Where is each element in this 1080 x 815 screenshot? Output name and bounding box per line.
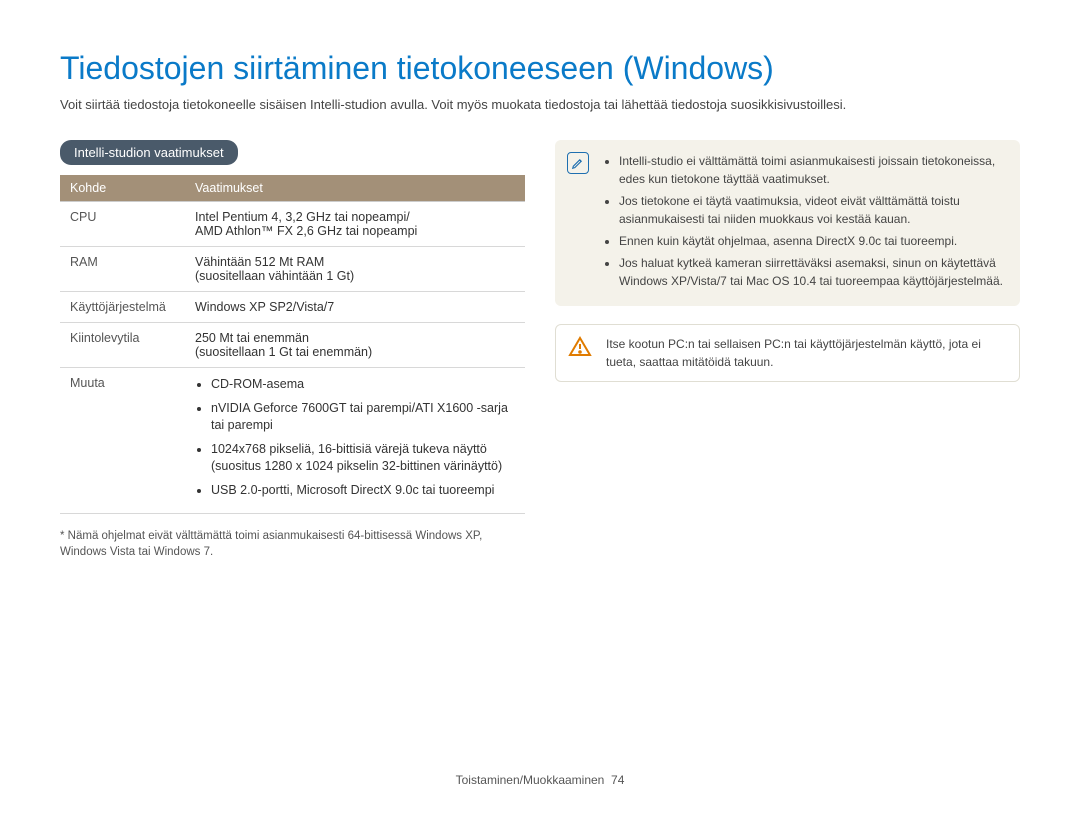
warning-triangle-icon <box>568 335 592 359</box>
warning-text: Itse kootun PC:n tai sellaisen PC:n tai … <box>606 337 981 369</box>
list-item: Ennen kuin käytät ohjelmaa, asenna Direc… <box>619 232 1006 250</box>
page-footer: Toistaminen/Muokkaaminen 74 <box>0 773 1080 787</box>
cell-label-other: Muuta <box>60 368 185 514</box>
table-row: CPU Intel Pentium 4, 3,2 GHz tai nopeamp… <box>60 202 525 247</box>
info-note-box: Intelli-studio ei välttämättä toimi asia… <box>555 140 1020 306</box>
cell-value-ram: Vähintään 512 Mt RAM (suositellaan vähin… <box>185 247 525 292</box>
list-item: CD-ROM-asema <box>211 376 515 394</box>
table-row: Kiintolevytila 250 Mt tai enemmän (suosi… <box>60 323 525 368</box>
section-heading: Intelli-studion vaatimukset <box>60 140 238 165</box>
table-row: Käyttöjärjestelmä Windows XP SP2/Vista/7 <box>60 292 525 323</box>
cell-label-hdd: Kiintolevytila <box>60 323 185 368</box>
cell-value-hdd: 250 Mt tai enemmän (suositellaan 1 Gt ta… <box>185 323 525 368</box>
list-item: Intelli-studio ei välttämättä toimi asia… <box>619 152 1006 188</box>
list-item: Jos haluat kytkeä kameran siirrettäväksi… <box>619 254 1006 290</box>
list-item: Jos tietokone ei täytä vaatimuksia, vide… <box>619 192 1006 228</box>
cell-label-cpu: CPU <box>60 202 185 247</box>
page-title: Tiedostojen siirtäminen tietokoneeseen (… <box>60 50 1020 87</box>
table-row: Muuta CD-ROM-asema nVIDIA Geforce 7600GT… <box>60 368 525 514</box>
pencil-note-icon <box>567 152 589 174</box>
table-footnote: * Nämä ohjelmat eivät välttämättä toimi … <box>60 528 525 560</box>
page-number: 74 <box>611 773 624 787</box>
list-item: USB 2.0-portti, Microsoft DirectX 9.0c t… <box>211 482 515 500</box>
cell-label-ram: RAM <box>60 247 185 292</box>
cell-value-cpu: Intel Pentium 4, 3,2 GHz tai nopeampi/ A… <box>185 202 525 247</box>
cell-label-os: Käyttöjärjestelmä <box>60 292 185 323</box>
requirements-table: Kohde Vaatimukset CPU Intel Pentium 4, 3… <box>60 175 525 514</box>
list-item: nVIDIA Geforce 7600GT tai parempi/ATI X1… <box>211 400 515 435</box>
table-header-item: Kohde <box>60 175 185 202</box>
cell-value-other: CD-ROM-asema nVIDIA Geforce 7600GT tai p… <box>185 368 525 514</box>
intro-text: Voit siirtää tiedostoja tietokoneelle si… <box>60 97 1020 112</box>
warning-box: Itse kootun PC:n tai sellaisen PC:n tai … <box>555 324 1020 382</box>
table-row: RAM Vähintään 512 Mt RAM (suositellaan v… <box>60 247 525 292</box>
list-item: 1024x768 pikseliä, 16-bittisiä värejä tu… <box>211 441 515 476</box>
footer-section-label: Toistaminen/Muokkaaminen <box>456 773 605 787</box>
cell-value-os: Windows XP SP2/Vista/7 <box>185 292 525 323</box>
table-header-req: Vaatimukset <box>185 175 525 202</box>
